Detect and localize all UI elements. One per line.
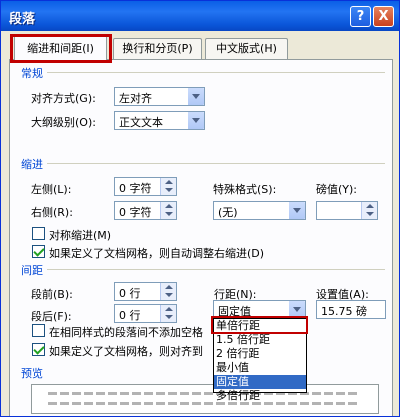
auto-adjust-indent-label: 如果定义了文档网格，则自动调整右缩进(D) [49, 247, 265, 260]
indent-right-spinner[interactable]: 0 字符 [114, 201, 177, 220]
section-divider [47, 163, 385, 164]
help-button[interactable]: ? [350, 6, 371, 27]
preview-box [31, 384, 379, 414]
alignment-value: 左对齐 [119, 92, 152, 105]
list-item-selected[interactable]: 固定值 [214, 375, 306, 389]
outline-level-select[interactable]: 正文文本 [114, 111, 205, 130]
list-item[interactable]: 1.5 倍行距 [214, 333, 306, 347]
chevron-down-icon[interactable] [187, 112, 204, 129]
outline-level-label: 大纲级别(O): [31, 116, 96, 129]
snap-to-grid-label: 如果定义了文档网格，则对齐到 [49, 345, 203, 358]
snap-to-grid-checkbox[interactable] [32, 343, 45, 356]
space-before-spinner[interactable]: 0 行 [114, 282, 177, 301]
spin-arrows-icon[interactable] [160, 202, 176, 219]
spin-arrows-icon[interactable] [160, 283, 176, 300]
space-before-value: 0 行 [119, 287, 141, 300]
space-after-label: 段后(F): [31, 310, 72, 323]
list-item[interactable]: 2 倍行距 [214, 347, 306, 361]
preview-text-line [48, 392, 358, 395]
indent-by-spinner[interactable] [316, 201, 378, 220]
chevron-down-icon[interactable] [288, 202, 305, 219]
title-bar: 段落 ? X [1, 1, 399, 31]
spacing-at-value: 15.75 磅 [321, 305, 367, 318]
spacing-at-spinner[interactable]: 15.75 磅 [316, 300, 386, 319]
list-item[interactable]: 最小值 [214, 361, 306, 375]
single-spacing-highlight [211, 316, 308, 334]
spin-arrows-icon[interactable] [361, 202, 377, 219]
no-space-same-style-label: 在相同样式的段落间不添加空格 [49, 326, 203, 339]
tab-line-page-breaks[interactable]: 换行和分页(P) [113, 38, 202, 59]
spacing-section-label: 间距 [21, 264, 43, 277]
indent-left-value: 0 字符 [119, 182, 152, 195]
special-indent-value: (无) [218, 206, 238, 219]
special-indent-select[interactable]: (无) [213, 201, 306, 220]
close-button[interactable]: X [373, 6, 394, 27]
indent-right-value: 0 字符 [119, 206, 152, 219]
space-after-value: 0 行 [119, 309, 141, 322]
space-before-label: 段前(B): [31, 288, 73, 301]
alignment-label: 对齐方式(G): [31, 92, 96, 105]
mirror-indents-checkbox[interactable] [32, 227, 45, 240]
alignment-select[interactable]: 左对齐 [114, 87, 205, 106]
preview-section-label: 预览 [21, 367, 43, 380]
indent-by-label: 磅值(Y): [316, 183, 358, 196]
active-tab-highlight [10, 34, 112, 63]
spin-arrows-icon[interactable] [160, 178, 176, 195]
list-item[interactable]: 多倍行距 [214, 389, 306, 403]
spin-arrows-icon[interactable] [160, 305, 176, 322]
chevron-down-icon[interactable] [187, 88, 204, 105]
section-divider [47, 72, 385, 73]
indent-right-label: 右侧(R): [31, 206, 73, 219]
general-section-label: 常规 [21, 67, 43, 80]
tab-asian-typography[interactable]: 中文版式(H) [205, 38, 288, 59]
no-space-same-style-checkbox[interactable] [32, 324, 45, 337]
space-after-spinner[interactable]: 0 行 [114, 304, 177, 323]
mirror-indents-label: 对称缩进(M) [49, 229, 112, 242]
special-indent-label: 特殊格式(S): [213, 183, 277, 196]
auto-adjust-indent-checkbox[interactable] [32, 245, 45, 258]
indent-left-spinner[interactable]: 0 字符 [114, 177, 177, 196]
outline-level-value: 正文文本 [119, 116, 163, 129]
indent-left-label: 左侧(L): [31, 183, 72, 196]
preview-text-line [48, 402, 358, 405]
paragraph-dialog: 段落 ? X 缩进和间距(I) 换行和分页(P) 中文版式(H) 常规 对齐方式… [0, 0, 400, 417]
dialog-title: 段落 [9, 12, 36, 27]
section-divider [47, 269, 385, 270]
indent-section-label: 缩进 [21, 158, 43, 171]
